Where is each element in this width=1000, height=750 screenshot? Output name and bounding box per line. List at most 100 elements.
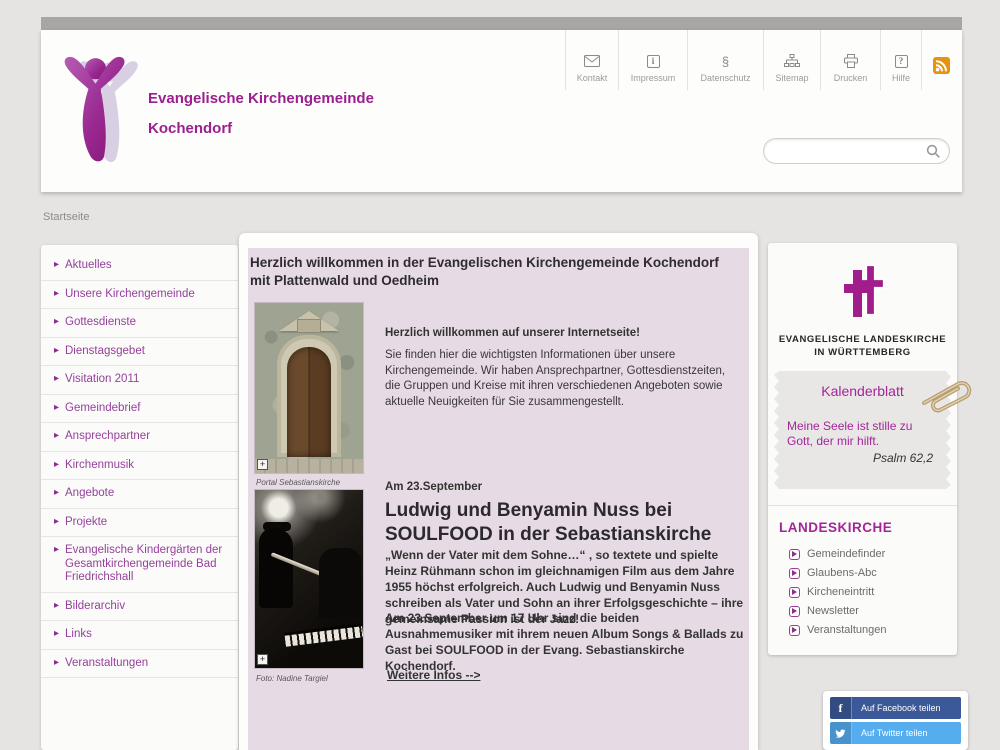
sidebar-item-veranstaltungen[interactable]: ▸ Veranstaltungen [41,650,238,678]
main-nav: ▸ Aktuelles ▸ Unsere Kirchengemeinde ▸ Gott… [41,245,238,750]
play-arrow-icon [789,624,800,636]
search-icon[interactable] [926,144,941,164]
link-label: Glaubens-Abc [807,567,877,579]
page: Evangelische Kirchengemeinde Kochendorf … [0,0,1000,750]
sidebar-item-label: Ansprechpartner [65,430,151,442]
top-gray-bar [41,17,962,30]
toolbar-item-drucken[interactable]: Drucken [820,30,880,90]
article-title: Ludwig und Benyamin Nuss bei SOULFOOD in… [385,500,712,545]
site-title-line2: Kochendorf [148,120,233,137]
toolbar-item-kontakt[interactable]: Kontakt [565,30,618,90]
sidebar-item-label: Aktuelles [65,259,112,271]
triangle-bullet-icon: ▸ [54,599,60,611]
site-header: Evangelische Kirchengemeinde Kochendorf … [41,30,962,192]
toolbar-item-impressum[interactable]: i Impressum [618,30,687,90]
pianist-silhouette-graphic [319,548,361,618]
portal-plaque-graphic [297,319,321,333]
rss-icon[interactable] [933,57,950,74]
sidebar-item-projekte[interactable]: ▸ Projekte [41,509,238,537]
triangle-bullet-icon: ▸ [54,544,60,555]
play-arrow-icon [789,548,800,560]
zoom-plus-icon[interactable]: + [257,654,268,665]
triangle-bullet-icon: ▸ [54,515,60,527]
landeskirche-link-newsletter[interactable]: Newsletter [789,605,957,617]
triangle-bullet-icon: ▸ [54,259,60,270]
site-title: Evangelische Kirchengemeinde Kochendorf [148,84,374,144]
info-icon: i [646,53,660,69]
triangle-bullet-icon: ▸ [54,430,60,441]
kalenderblatt-note: Kalenderblatt Meine Seele ist stille zu … [774,371,951,489]
sitemap-icon [784,53,800,69]
intro-text: Sie finden hier die wichtigsten Informat… [385,349,726,408]
toolbar-item-hilfe[interactable]: ? Hilfe [880,30,922,90]
triangle-bullet-icon: ▸ [54,401,60,413]
paragraph-icon: § [721,53,730,69]
toolbar-label: Hilfe [891,73,910,83]
zoom-plus-icon[interactable]: + [257,459,268,470]
content-area: Herzlich willkommen in der Evangelischen… [248,248,749,750]
search-area [763,138,950,164]
sidebar-item-label: Bilderarchiv [65,599,126,612]
triangle-bullet-icon: ▸ [54,316,60,327]
search-input[interactable] [763,138,950,164]
sidebar-item-gottesdienste[interactable]: ▸ Gottesdienste [41,309,238,338]
facebook-share-label: Auf Facebook teilen [861,703,941,713]
sidebar-item-label: Gottesdienste [65,316,136,328]
social-share-box: f Auf Facebook teilen Auf Twitter teilen [823,691,968,750]
sidebar-item-label: Links [65,628,92,640]
sidebar-item-dienstagsgebet[interactable]: ▸ Dienstagsgebet [41,338,238,366]
triangle-bullet-icon: ▸ [54,656,60,668]
page-title: Herzlich willkommen in der Evangelischen… [250,255,719,288]
twitter-share-button[interactable]: Auf Twitter teilen [830,722,961,744]
landeskirche-logo[interactable]: Evangelische Landeskirche in Württemberg [768,263,957,359]
site-logo[interactable] [55,43,143,171]
sidebar-item-kirchenmusik[interactable]: ▸ Kirchenmusik [41,452,238,480]
toolbar-item-sitemap[interactable]: Sitemap [763,30,820,90]
sidebar-item-bilderarchiv[interactable]: ▸ Bilderarchiv [41,593,238,621]
photo-caption: Foto: Nadine Targiel [256,674,328,683]
trombonist-silhouette-graphic [259,528,293,608]
portal-sebastianskirche-photo[interactable]: + [255,303,363,473]
landeskirche-logo-line2: in Württemberg [814,347,911,358]
breadcrumb[interactable]: Startseite [43,211,89,223]
twitter-icon [830,722,852,744]
sidebar-item-kindergaerten[interactable]: ▸ Evangelische Kindergärten der Gesamtkir… [41,537,238,593]
more-info-link[interactable]: Weitere Infos --> [387,668,480,682]
toolbar-item-datenschutz[interactable]: § Datenschutz [687,30,763,90]
sidebar-item-aktuelles[interactable]: ▸ Aktuelles [41,252,238,281]
landeskirche-link-gemeindefinder[interactable]: Gemeindefinder [789,548,957,560]
sidebar-item-label: Evangelische Kindergärten der Gesamtkirc… [65,544,223,583]
link-label: Newsletter [807,605,859,617]
facebook-share-button[interactable]: f Auf Facebook teilen [830,697,961,719]
landeskirche-link-glaubens-abc[interactable]: Glaubens-Abc [789,567,957,579]
landeskirche-links-heading: LANDESKIRCHE [779,520,893,535]
triangle-bullet-icon: ▸ [54,628,60,639]
sidebar-item-label: Kirchenmusik [65,458,135,471]
sidebar-item-ansprechpartner[interactable]: ▸ Ansprechpartner [41,423,238,452]
play-arrow-icon [789,567,800,579]
sidebar-item-gemeindebrief[interactable]: ▸ Gemeindebrief [41,395,238,423]
landeskirche-link-veranstaltungen[interactable]: Veranstaltungen [789,624,957,636]
photo-caption: Portal Sebastianskirche [256,478,341,487]
toolbar-label: Datenschutz [700,73,751,83]
kalenderblatt-title: Kalenderblatt [821,383,904,399]
sidebar-item-visitation-2011[interactable]: ▸ Visitation 2011 [41,366,238,395]
sidebar-item-links[interactable]: ▸ Links [41,621,238,650]
sidebar-item-label: Dienstagsgebet [65,344,145,357]
service-nav: Kontakt i Impressum § Datenschutz Sitema… [565,30,922,90]
twitter-share-label: Auf Twitter teilen [861,728,928,738]
sidebar-item-unsere-kirchengemeinde[interactable]: ▸ Unsere Kirchengemeinde [41,281,238,309]
link-label: Gemeindefinder [807,548,886,560]
link-label: Kircheneintritt [807,586,875,598]
sidebar-item-angebote[interactable]: ▸ Angebote [41,480,238,509]
triangle-bullet-icon: ▸ [54,487,60,498]
landeskirche-link-kircheneintritt[interactable]: Kircheneintritt [789,586,957,598]
landeskirche-cross-icon [843,263,885,317]
toolbar-label: Sitemap [775,73,809,83]
jazz-musicians-photo[interactable]: + [255,490,363,668]
play-arrow-icon [789,605,800,617]
sidebar-item-label: Gemeindebrief [65,401,141,414]
right-column: Evangelische Landeskirche in Württemberg… [768,243,972,655]
printer-icon [843,53,859,69]
main-content-box: Herzlich willkommen in der Evangelischen… [239,233,758,750]
